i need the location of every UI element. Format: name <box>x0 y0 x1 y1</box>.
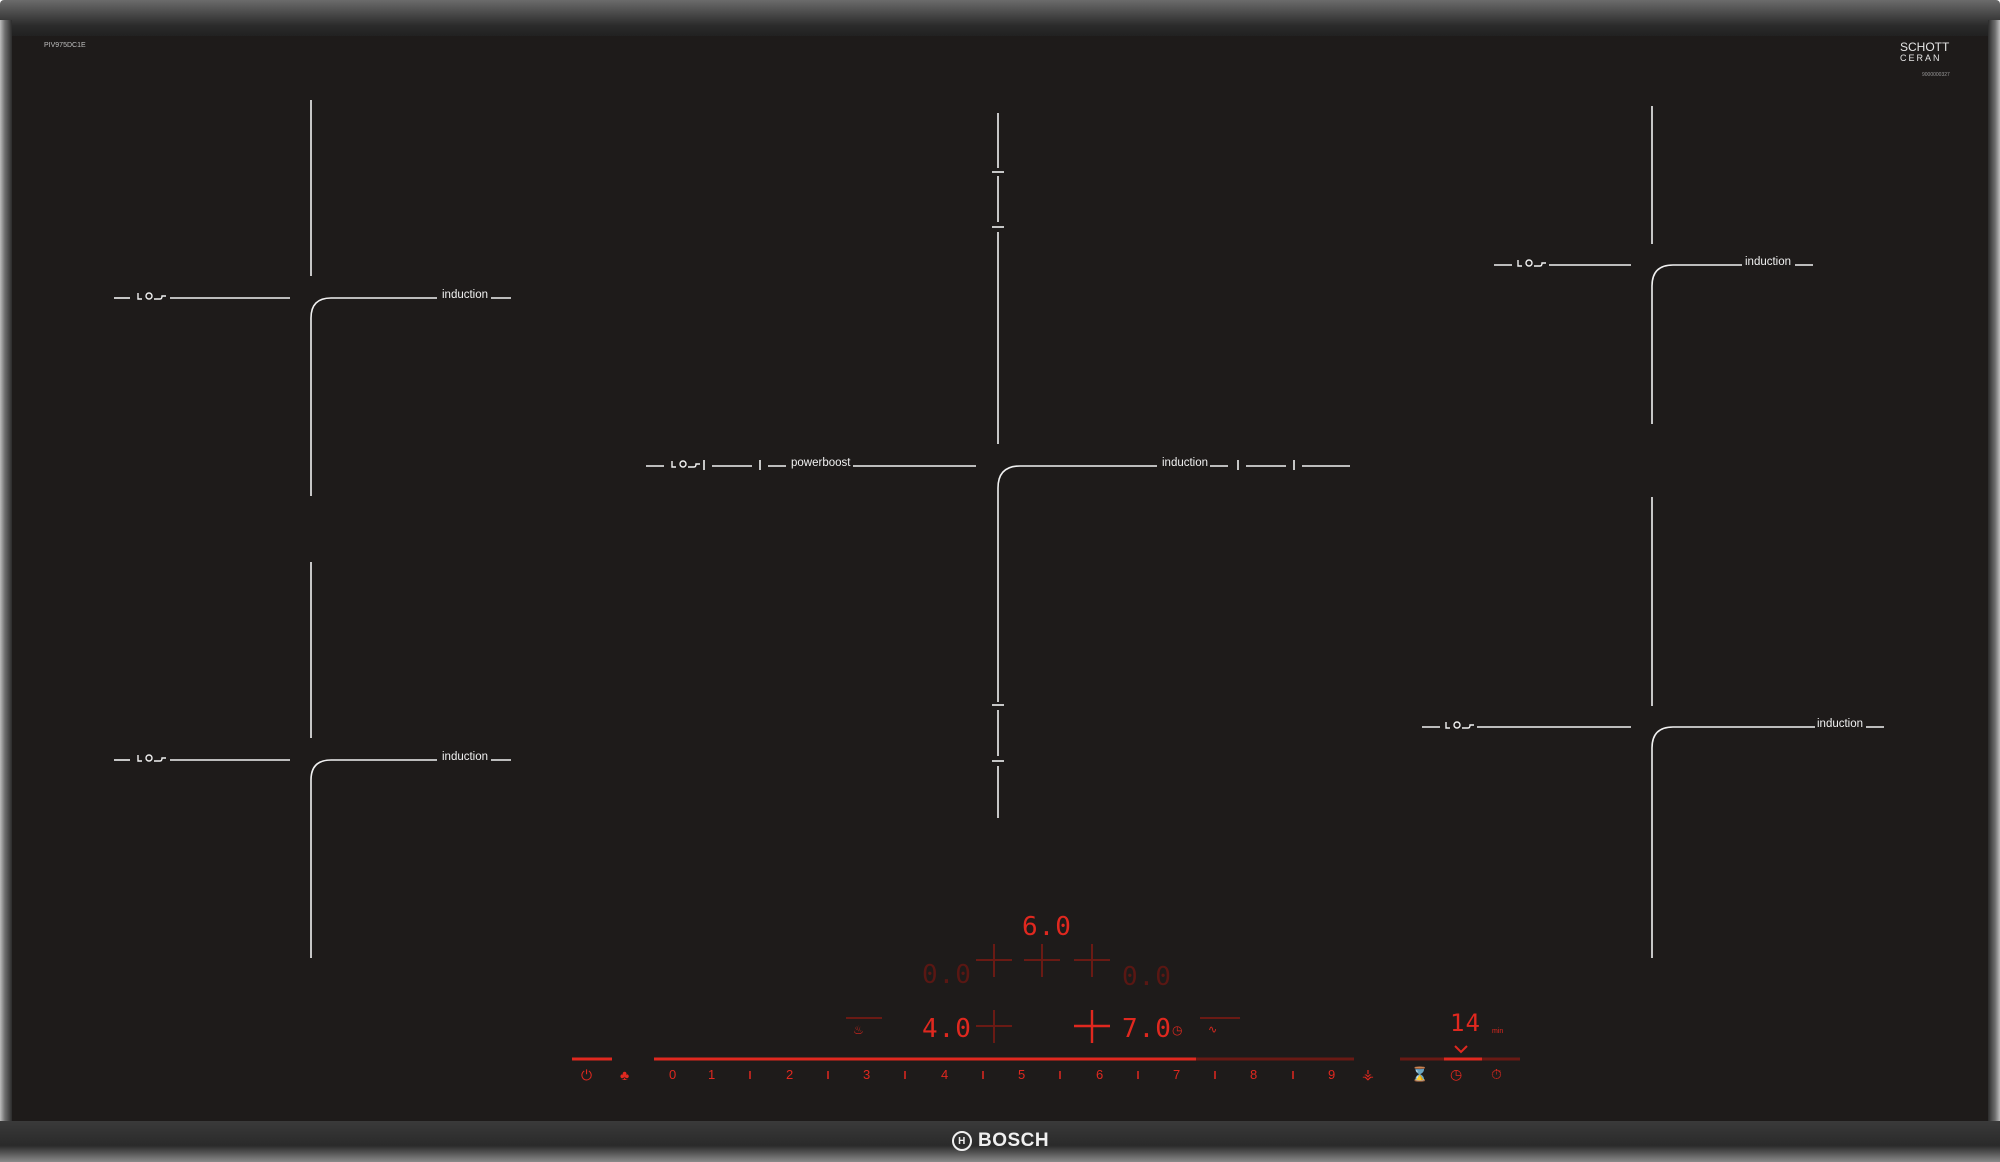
brand-logo: H BOSCH <box>952 1130 1049 1152</box>
boost-icon[interactable]: ⚶ <box>1362 1066 1374 1082</box>
hourglass-icon[interactable]: ⌛ <box>1411 1066 1428 1082</box>
scale-ticks <box>749 1071 1294 1079</box>
stopwatch-icon[interactable]: ⏱ <box>1491 1066 1502 1082</box>
bosch-logo-icon: H <box>952 1131 972 1151</box>
brand-name: BOSCH <box>978 1130 1050 1151</box>
timer-icon[interactable]: ◷ <box>1450 1066 1462 1082</box>
